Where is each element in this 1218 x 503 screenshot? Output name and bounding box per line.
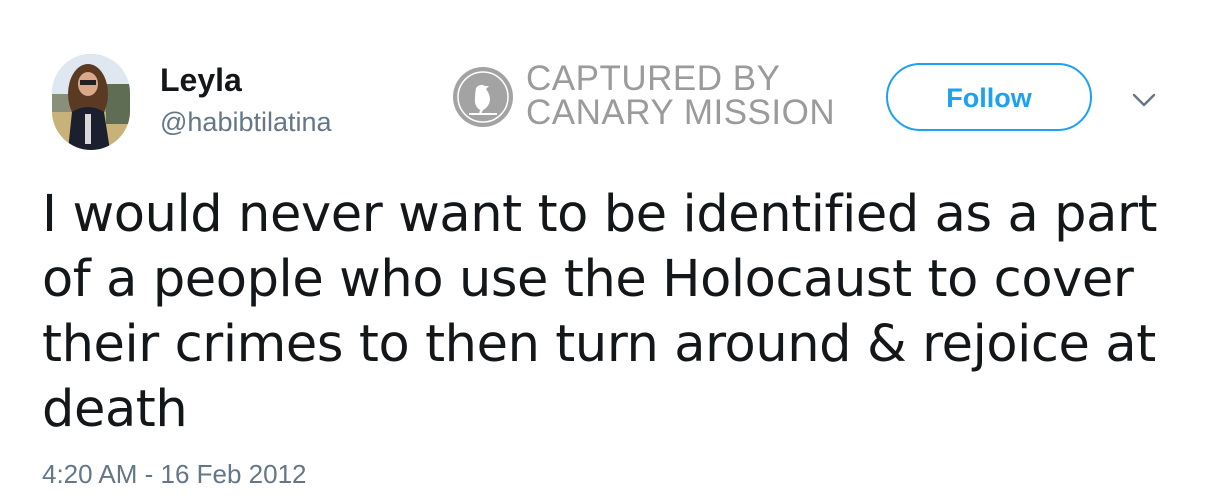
- tweet-card: Leyla @habibtilatina CAPTURED BY CANARY …: [0, 0, 1218, 503]
- canary-bird-icon: [453, 67, 513, 127]
- watermark-line2: CANARY MISSION: [526, 93, 836, 132]
- tweet-text: I would never want to be identified as a…: [42, 182, 1192, 442]
- follow-button[interactable]: Follow: [886, 63, 1092, 131]
- tweet-text-line: their crimes to then turn around & rejoi…: [42, 315, 1156, 374]
- chevron-down-icon[interactable]: [1130, 88, 1158, 112]
- avatar[interactable]: [52, 54, 130, 150]
- watermark-text: CAPTURED BY CANARY MISSION: [526, 59, 836, 132]
- display-name[interactable]: Leyla: [160, 60, 242, 100]
- tweet-text-line: of a people who use the Holocaust to cov…: [42, 250, 1134, 309]
- tweet-text-line: death: [42, 380, 188, 439]
- avatar-image: [52, 54, 130, 150]
- watermark-line1: CAPTURED BY: [526, 59, 781, 98]
- tweet-timestamp[interactable]: 4:20 AM - 16 Feb 2012: [42, 456, 307, 492]
- user-handle[interactable]: @habibtilatina: [160, 104, 332, 140]
- tweet-text-line: I would never want to be identified as a…: [42, 185, 1158, 244]
- canary-mission-watermark: CAPTURED BY CANARY MISSION: [452, 59, 852, 132]
